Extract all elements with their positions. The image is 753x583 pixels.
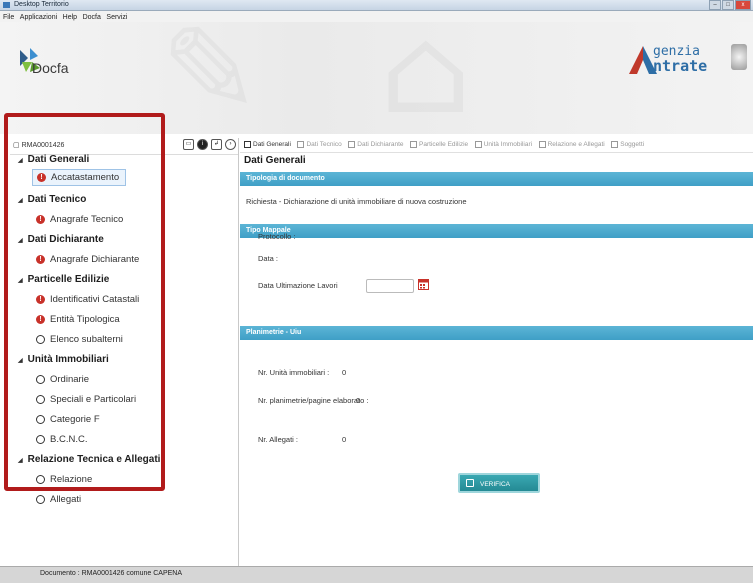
calendar-icon[interactable] [418,278,429,290]
status-text: Documento : RMA0001426 comune CAPENA [40,570,183,577]
maximize-icon[interactable]: □ [722,0,734,10]
print-icon[interactable]: ▭ [183,139,194,150]
nr-allegati-value: 0 [342,435,347,444]
section-tabs: Dati Generali Dati Tecnico Dati Dichiara… [240,138,753,153]
menu-servizi[interactable]: Servizi [106,14,127,21]
menu-applicazioni[interactable]: Applicazioni [20,14,57,21]
data-ultimazione-input[interactable] [366,279,414,293]
banner-watermark: ✎ [160,22,261,134]
tab-unita-immobiliari[interactable]: Unità Immobiliari [474,138,532,152]
republic-emblem-icon [731,44,747,70]
tab-dati-generali[interactable]: Dati Generali [244,138,291,152]
menu-help[interactable]: Help [63,14,77,21]
agenzia-entrate-logo: genzia ntrate [629,42,747,76]
page-title: Dati Generali [244,155,306,166]
tree-item-allegati[interactable]: Allegati [36,494,81,505]
nr-unita-label: Nr. Unità immobiliari : [258,368,330,377]
empty-status-icon [36,495,45,504]
tab-soggetti[interactable]: Soggetti [611,138,644,152]
nr-unita-value: 0 [342,368,347,377]
app-icon [3,2,10,8]
tab-dati-tecnico[interactable]: Dati Tecnico [297,138,342,152]
main-content: Dati Generali Dati Tecnico Dati Dichiara… [240,138,753,566]
status-bar: Documento : RMA0001426 comune CAPENA [0,566,753,583]
menu-docfa[interactable]: Docfa [83,14,101,21]
minimize-icon[interactable]: – [709,0,721,10]
verifica-sezione-button[interactable]: VERIFICA SEZIONE [458,473,540,508]
close-icon[interactable]: x [735,0,751,10]
tab-relazione-allegati[interactable]: Relazione e Allegati [538,138,605,152]
window-title: Desktop Territorio [14,1,69,8]
section-bar-planimetrie: Planimetrie - Uiu [240,326,753,340]
nr-planimetrie-value: 0 [356,396,361,405]
section-bar-tipologia: Tipologia di documento [240,172,753,186]
tab-dati-dichiarante[interactable]: Dati Dichiarante [348,138,404,152]
data-ultimazione-label: Data Ultimazione Lavori [258,281,338,290]
tab-particelle-edilizie[interactable]: Particelle Edilizie [410,138,468,152]
nr-planimetrie-label: Nr. planimetrie/pagine elaborato : [258,396,369,405]
info-icon[interactable]: i [197,139,208,150]
entrate-word: ntrate [653,57,708,75]
banner-watermark: ⌂ [380,22,472,134]
nr-allegati-label: Nr. Allegati : [258,435,299,444]
section-bar-tipo-mappale: Tipo Mappale [240,224,753,238]
exit-icon[interactable]: ↲ [211,139,222,150]
highlight-box [4,113,165,491]
protocollo-label: Protocollo : [258,232,296,241]
save-icon [466,479,474,487]
tipologia-text: Richiesta - Dichiarazione di unità immob… [246,197,467,206]
window-titlebar: Desktop Territorio – □ x [0,0,753,11]
data-label: Data : [258,254,279,263]
docfa-logo-text: Docfa [32,60,69,76]
menu-file[interactable]: File [3,14,14,21]
next-icon[interactable]: › [225,139,236,150]
docfa-logo: Docfa [18,44,88,80]
